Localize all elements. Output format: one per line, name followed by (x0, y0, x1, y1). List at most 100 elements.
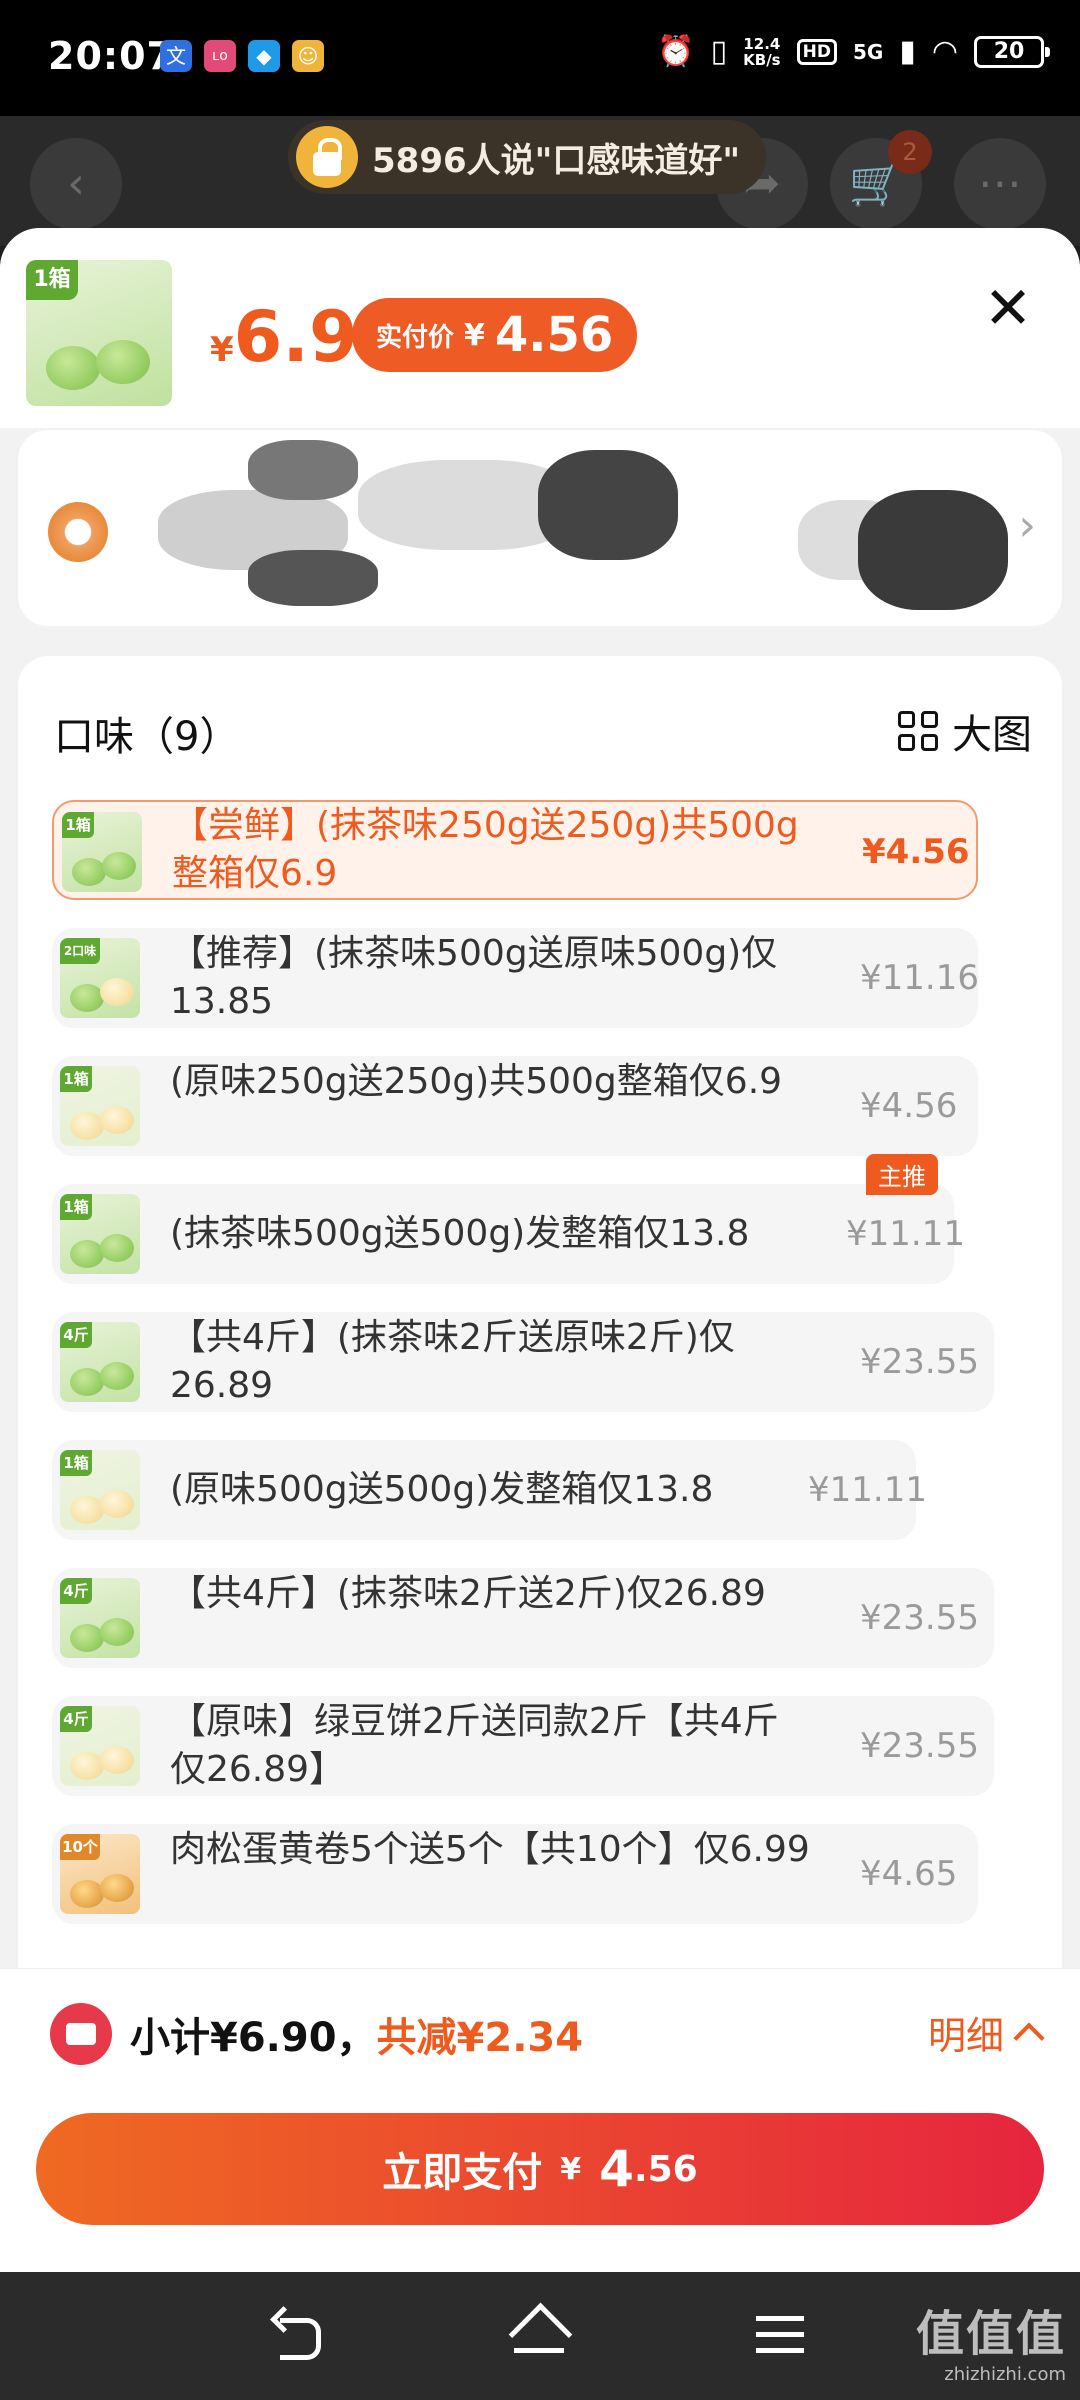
checkout-bar: 小计¥6.90，共减¥2.34 明细 立即支付 ¥ 4 .56 (0, 1968, 1080, 2272)
option-label: 【共4斤】(抹茶味2斤送原味2斤)仅26.89 (170, 1317, 735, 1406)
status-right: ⏰ ▯ 12.4 KB/s HD 5G ▮ ◠ 20 (657, 34, 1050, 69)
close-button[interactable]: ✕ (976, 276, 1040, 340)
option-price: ¥23.55 (860, 1598, 979, 1638)
vibrate-icon: ▯ (710, 34, 728, 69)
flavor-section-title: 口味（9） (54, 714, 240, 760)
pay-label: 立即支付 (382, 2150, 543, 2196)
sheet-header: 1箱 ¥6.9 实付价 ¥ 4.56 ✕ (0, 228, 1080, 428)
hd-icon: HD (796, 38, 837, 65)
actual-price-currency: ¥ (464, 317, 485, 353)
redacted-scribble (538, 450, 678, 560)
redacted-scribble (248, 550, 378, 606)
option-thumbnail: 4斤 (60, 1706, 140, 1786)
flavor-option[interactable]: 2口味 【推荐】(抹茶味500g送原味500g)仅13.85 ¥11.16 (52, 928, 979, 1028)
option-label: (原味250g送250g)共500g整箱仅6.9 (170, 1061, 783, 1102)
option-tag: 4斤 (60, 1578, 92, 1604)
status-time: 20:07 (48, 34, 174, 78)
signal-icon: ▮ (899, 34, 916, 69)
pay-now-button[interactable]: 立即支付 ¥ 4 .56 (36, 2113, 1044, 2225)
option-tag: 1箱 (60, 1066, 92, 1092)
option-price: ¥11.11 (808, 1470, 927, 1510)
option-price: ¥4.65 (860, 1854, 958, 1894)
option-thumbnail: 1箱 (60, 1066, 140, 1146)
option-label: (抹茶味500g送500g)发整箱仅13.8 (170, 1213, 750, 1254)
option-label: 【共4斤】(抹茶味2斤送2斤)仅26.89 (170, 1573, 766, 1614)
option-price: ¥23.55 (860, 1342, 979, 1382)
lock-icon (296, 126, 358, 188)
actual-price-value: 4.56 (494, 307, 614, 363)
speed-value: 12.4 (743, 34, 781, 53)
price-value: 6.9 (233, 296, 358, 378)
product-thumbnail[interactable]: 1箱 (26, 260, 172, 406)
flavor-option[interactable]: 4斤 【原味】绿豆饼2斤送同款2斤【共4斤仅26.89】 ¥23.55 (52, 1696, 994, 1796)
status-bar: 20:07 文 ʟᴏ ◆ ☺ ⏰ ▯ 12.4 KB/s HD 5G ▮ ◠ 2… (0, 0, 1080, 116)
option-tag: 1箱 (60, 1194, 92, 1220)
option-label: (原味500g送500g)发整箱仅13.8 (170, 1469, 714, 1510)
watermark-logo: 值值值 (915, 2306, 1066, 2362)
price-detail-toggle[interactable]: 明细 (927, 2005, 1045, 2060)
option-thumbnail: 1箱 (60, 1194, 140, 1274)
battery-icon: 20 (974, 35, 1050, 68)
promo-logo-icon (48, 502, 108, 562)
nav-back-icon[interactable] (268, 2306, 338, 2366)
option-thumbnail: 1箱 (60, 1450, 140, 1530)
mungbean-cake-image (46, 346, 100, 390)
coupon-icon (50, 2003, 112, 2065)
flavor-option[interactable]: 1箱 (原味500g送500g)发整箱仅13.8 ¥11.11 (52, 1440, 927, 1540)
discount-text: 共减¥2.34 (376, 2015, 584, 2061)
recommended-badge: 主推 (866, 1154, 938, 1195)
social-proof-text: 5896人说"口感味道好" (372, 140, 741, 181)
cart-count-badge: 2 (888, 130, 932, 174)
network-speed: 12.4 KB/s (743, 36, 780, 68)
thumb-tag: 1箱 (26, 260, 78, 300)
option-label: 【原味】绿豆饼2斤送同款2斤【共4斤仅26.89】 (170, 1701, 779, 1790)
flavor-option[interactable]: 4斤 【共4斤】(抹茶味2斤送2斤)仅26.89 ¥23.55 (52, 1568, 994, 1668)
redacted-scribble (248, 440, 358, 500)
chevron-right-icon: › (1018, 500, 1036, 551)
actual-price-pill: 实付价 ¥ 4.56 (352, 298, 638, 372)
option-price: ¥4.56 (862, 832, 970, 872)
option-label: 肉松蛋黄卷5个送5个【共10个】仅6.99 (170, 1829, 810, 1870)
actual-price-label: 实付价 (376, 322, 455, 353)
flavor-option[interactable]: 4斤 【共4斤】(抹茶味2斤送原味2斤)仅26.89 ¥23.55 (52, 1312, 994, 1412)
pay-currency: ¥ (560, 2151, 582, 2187)
option-label: 【推荐】(抹茶味500g送原味500g)仅13.85 (170, 933, 778, 1022)
flavor-option[interactable]: 1箱 (原味250g送250g)共500g整箱仅6.9 ¥4.56 (52, 1056, 978, 1156)
watermark-url: zhizhizhi.com (944, 2364, 1066, 2385)
translate-app-icon: 文 (160, 40, 192, 72)
network-type: 5G (852, 39, 884, 64)
site-watermark: 值值值 zhizhizhi.com (916, 2294, 1066, 2385)
chevron-up-icon (1013, 2021, 1045, 2054)
pet-app-icon: ☺ (292, 40, 324, 72)
flavor-option[interactable]: 1箱 (抹茶味500g送500g)发整箱仅13.8 ¥11.11 主推 (52, 1154, 965, 1284)
option-price: ¥11.16 (860, 958, 979, 998)
option-tag: 4斤 (60, 1322, 92, 1348)
sku-selector-sheet: 1箱 ¥6.9 实付价 ¥ 4.56 ✕ › 口味（9） 大图 1箱 【尝鲜】(… (0, 228, 1080, 2272)
big-view-label: 大图 (952, 712, 1032, 758)
pay-amount-int: 4 (599, 2140, 634, 2198)
qq-app-icon: ◆ (248, 40, 280, 72)
nav-menu-icon[interactable] (746, 2306, 816, 2366)
flavor-option[interactable]: 1箱 【尝鲜】(抹茶味250g送250g)共500g整箱仅6.9 ¥4.56 (52, 800, 978, 900)
big-view-toggle[interactable]: 大图 (898, 702, 1032, 760)
option-thumbnail: 4斤 (60, 1322, 140, 1402)
option-thumbnail: 10个 (60, 1834, 140, 1914)
subtotal-summary: 小计¥6.90，共减¥2.34 (130, 2005, 583, 2063)
redacted-scribble (858, 490, 1008, 610)
speed-unit: KB/s (743, 50, 781, 69)
promo-banner[interactable]: › (18, 430, 1062, 626)
option-label: 【尝鲜】(抹茶味250g送250g)共500g整箱仅6.9 (172, 805, 799, 894)
option-price: ¥4.56 (860, 1086, 958, 1126)
option-price: ¥11.11 (846, 1214, 965, 1254)
notification-icons: 文 ʟᴏ ◆ ☺ (160, 40, 324, 72)
subtotal-text: 小计¥6.90， (130, 2015, 377, 2061)
nav-home-icon[interactable] (504, 2306, 574, 2366)
option-price: ¥23.55 (860, 1726, 979, 1766)
alarm-icon: ⏰ (657, 34, 695, 69)
flavor-option[interactable]: 10个 肉松蛋黄卷5个送5个【共10个】仅6.99 ¥4.65 (52, 1824, 978, 1924)
battery-level: 20 (993, 38, 1025, 64)
detail-label: 明细 (927, 2014, 1004, 2058)
grid-view-icon (898, 711, 938, 751)
more-icon: ⋯ (954, 138, 1046, 230)
option-tag: 1箱 (60, 1450, 92, 1476)
